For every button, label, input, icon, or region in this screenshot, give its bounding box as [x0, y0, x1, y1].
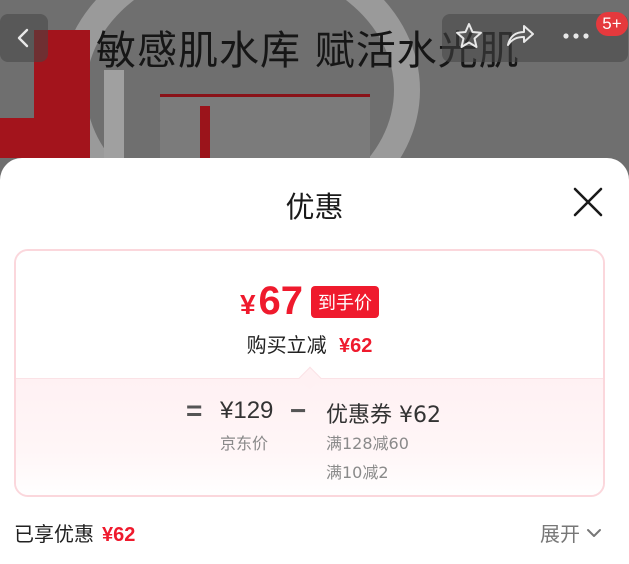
close-icon [573, 187, 603, 217]
enjoyed-label: 已享优惠 [14, 522, 94, 546]
saving-row: 购买立减 ¥62 [16, 329, 603, 358]
final-price-tag: 到手价 [311, 285, 380, 318]
coupon-rule: 满128减60 [326, 434, 409, 453]
share-icon [507, 25, 534, 46]
coupon-rule: 满10减2 [326, 463, 389, 482]
coupon-title: 优惠券 ¥62 [326, 403, 441, 428]
back-icon [17, 28, 29, 48]
favorite-button[interactable] [454, 21, 484, 55]
chevron-down-icon [587, 528, 601, 537]
final-price-currency: ¥ [239, 289, 256, 320]
final-price-row: ¥ 67 到手价 [16, 279, 603, 324]
saving-label: 购买立减 [246, 333, 327, 357]
enjoyed-amount: ¥62 [102, 524, 136, 546]
star-icon [456, 23, 482, 48]
discount-sheet: 优惠 ¥ 67 到手价 购买立减 ¥62 = ¥129 京东价 − 优惠券 ¥6… [0, 158, 629, 564]
back-button[interactable] [0, 14, 48, 62]
jd-price-label: 京东价 [220, 434, 269, 453]
enjoyed-discount: 已享优惠 ¥62 [14, 518, 135, 547]
calculation-area: = ¥129 京东价 − 优惠券 ¥62 满128减60 满10减2 [16, 378, 603, 495]
cart-count-badge: 5+ [596, 12, 628, 36]
saving-amount: ¥62 [338, 335, 373, 357]
price-breakdown-card: ¥ 67 到手价 购买立减 ¥62 = ¥129 京东价 − 优惠券 ¥62 满… [14, 249, 605, 497]
expand-label: 展开 [540, 522, 580, 546]
equals-sign: = [186, 395, 203, 426]
minus-sign: − [290, 395, 307, 426]
share-button[interactable] [504, 21, 536, 55]
jd-price: ¥129 [220, 397, 274, 424]
more-button[interactable] [560, 21, 592, 55]
sheet-title: 优惠 [285, 190, 344, 224]
more-icon [563, 33, 589, 39]
expand-button[interactable]: 展开 [540, 518, 602, 547]
final-price-amount: 67 [258, 279, 304, 323]
close-button[interactable] [566, 180, 610, 224]
final-price: ¥ 67 [240, 279, 303, 324]
